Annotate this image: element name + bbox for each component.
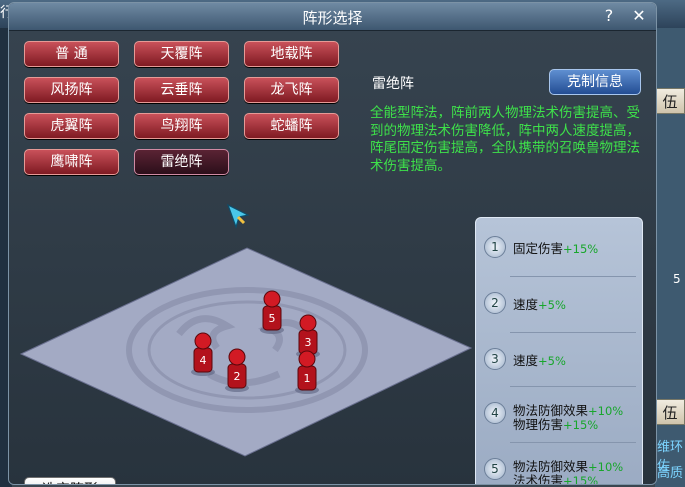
effect-text: 物法防御效果+10% 物理伤害+15% [513,403,624,433]
confirm-formation-button[interactable]: 选定阵形 [24,477,116,484]
background-team-button[interactable]: 伍 [655,88,685,114]
effect-value: +15% [563,474,599,485]
effect-row-4: 4 物法防御效果+10% 物理伤害+15% [476,388,642,442]
effect-row-3: 3 速度+5% [476,334,642,388]
position-badge-4: 4 [484,402,506,424]
effect-divider [510,332,636,333]
window-title: 阵形选择 [302,9,363,27]
effect-divider [510,276,636,277]
effect-label: 速度 [513,297,539,312]
effect-divider [510,442,636,443]
effect-label: 法术伤害 [513,473,564,485]
position-badge-5: 5 [484,458,506,480]
background-team-button-2[interactable]: 伍 [655,399,685,425]
effects-panel: 1 固定伤害+15% 2 速度+5% 3 速度+5% 4 物法防御效果+10% … [475,217,643,485]
effect-value: +15% [563,242,599,256]
cursor-icon [226,203,250,229]
formation-button-shepan[interactable]: 蛇蟠阵 [244,113,339,139]
unit-number: 2 [234,370,241,383]
formation-field: 5 3 4 2 1 [19,247,473,457]
close-icon[interactable]: ✕ [629,6,649,26]
effect-row-2: 2 速度+5% [476,278,642,332]
effect-value: +5% [538,354,566,368]
effect-label: 物理伤害 [513,417,564,432]
effect-divider [510,386,636,387]
effect-text: 物法防御效果+10% 法术伤害+15% [513,460,623,485]
formation-button-putong[interactable]: 普 通 [24,41,119,67]
formation-button-longfei[interactable]: 龙飞阵 [244,77,339,103]
unit-number: 1 [304,372,311,385]
position-badge-1: 1 [484,236,506,258]
effect-value: +15% [563,418,599,432]
effect-row-1: 1 固定伤害+15% [476,222,642,276]
formation-description: 全能型阵法，阵前两人物理法术伤害提高、受到的物理法术伤害降低，阵中两人速度提高，… [370,105,640,174]
effect-text: 速度+5% [513,297,566,313]
position-badge-3: 3 [484,348,506,370]
effect-label: 速度 [513,353,539,368]
position-badge-2: 2 [484,292,506,314]
selected-formation-name: 雷绝阵 [372,76,414,92]
effect-label: 物法防御效果 [513,459,589,474]
effect-label: 固定伤害 [513,241,564,256]
effect-value: +10% [588,460,624,474]
formation-button-yunchui[interactable]: 云垂阵 [134,77,229,103]
background-text-2: 高质 [657,466,684,481]
effect-label: 物法防御效果 [513,403,589,418]
unit-number: 3 [305,336,312,349]
unit-number: 5 [269,312,276,325]
effect-value: +10% [588,404,624,418]
effect-row-5: 5 物法防御效果+10% 法术伤害+15% [476,444,642,485]
effect-value: +5% [538,298,566,312]
battle-ground [19,247,473,457]
counter-info-button[interactable]: 克制信息 [549,69,641,95]
formation-window: 阵形选择 ? ✕ 普 通 天覆阵 地载阵 风扬阵 云垂阵 龙飞阵 虎翼阵 鸟翔阵… [8,2,657,485]
formation-button-niaoxiang[interactable]: 鸟翔阵 [134,113,229,139]
formation-button-huyi[interactable]: 虎翼阵 [24,113,119,139]
effect-text: 速度+5% [513,353,566,369]
unit-number: 4 [200,354,207,367]
formation-button-leijue[interactable]: 雷绝阵 [134,149,229,175]
title-bar[interactable]: 阵形选择 ? ✕ [9,3,656,31]
window-content: 普 通 天覆阵 地载阵 风扬阵 云垂阵 龙飞阵 虎翼阵 鸟翔阵 蛇蟠阵 鹰啸阵 … [9,31,656,485]
formation-button-dizai[interactable]: 地载阵 [244,41,339,67]
effect-text: 固定伤害+15% [513,241,599,257]
help-icon[interactable]: ? [599,6,619,26]
formation-button-yingxiao[interactable]: 鹰啸阵 [24,149,119,175]
background-number: 5 [673,272,681,286]
formation-button-fengyang[interactable]: 风扬阵 [24,77,119,103]
formation-button-tianfu[interactable]: 天覆阵 [134,41,229,67]
